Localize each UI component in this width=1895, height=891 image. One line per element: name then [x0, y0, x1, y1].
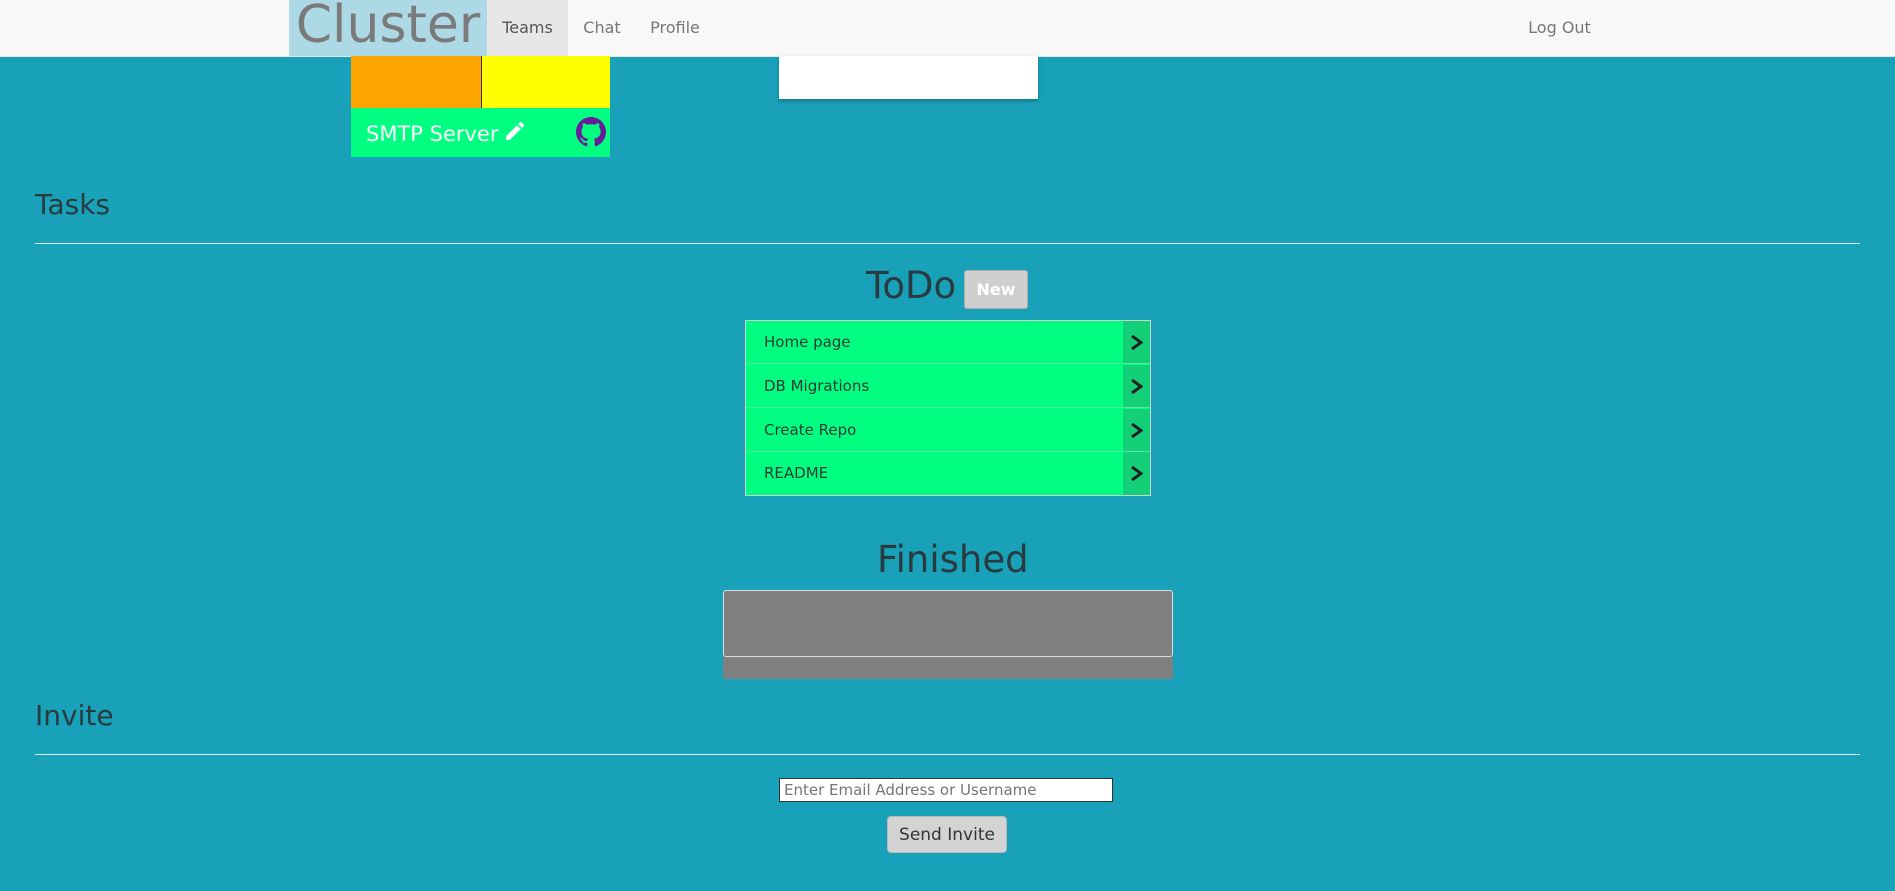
- nav-profile[interactable]: Profile: [636, 0, 714, 56]
- todo-list: Home page DB Migrations Create Repo READ…: [745, 320, 1151, 496]
- finished-list: [723, 590, 1173, 657]
- project-card-footer[interactable]: SMTP Server: [351, 108, 610, 157]
- project-color-swatch-yellow: [482, 56, 610, 108]
- white-panel: [779, 56, 1038, 99]
- invite-section-title: Invite: [35, 699, 114, 732]
- todo-item-label[interactable]: Home page: [764, 321, 851, 364]
- navbar: Cluster Teams Chat Profile Log Out: [0, 0, 1895, 57]
- chevron-right-icon[interactable]: [1123, 452, 1150, 495]
- todo-heading: ToDo: [866, 264, 957, 307]
- send-invite-button[interactable]: Send Invite: [887, 816, 1007, 853]
- todo-item[interactable]: README: [746, 452, 1150, 495]
- logout-link[interactable]: Log Out: [1512, 0, 1607, 56]
- brand-logo[interactable]: Cluster: [289, 0, 487, 56]
- pencil-icon[interactable]: [503, 119, 527, 143]
- new-task-button[interactable]: New: [964, 270, 1028, 309]
- chevron-right-icon[interactable]: [1123, 365, 1150, 407]
- project-title[interactable]: SMTP Server: [366, 122, 498, 146]
- invite-input[interactable]: [779, 778, 1113, 802]
- todo-item[interactable]: Create Repo: [746, 409, 1150, 452]
- nav-teams[interactable]: Teams: [487, 0, 568, 56]
- todo-item[interactable]: Home page: [746, 321, 1150, 364]
- tasks-section-title: Tasks: [35, 188, 111, 221]
- github-icon[interactable]: [576, 117, 606, 147]
- finished-list-footer: [723, 657, 1173, 679]
- chevron-right-icon[interactable]: [1123, 321, 1150, 363]
- finished-heading: Finished: [877, 538, 1029, 581]
- todo-item-label[interactable]: Create Repo: [764, 409, 856, 452]
- nav-chat[interactable]: Chat: [568, 0, 636, 56]
- invite-divider: [35, 754, 1860, 755]
- todo-item-label[interactable]: DB Migrations: [764, 365, 869, 408]
- todo-item[interactable]: DB Migrations: [746, 365, 1150, 408]
- chevron-right-icon[interactable]: [1123, 409, 1150, 451]
- project-color-swatch-orange: [351, 56, 482, 108]
- todo-item-label[interactable]: README: [764, 452, 828, 495]
- tasks-divider: [35, 243, 1860, 244]
